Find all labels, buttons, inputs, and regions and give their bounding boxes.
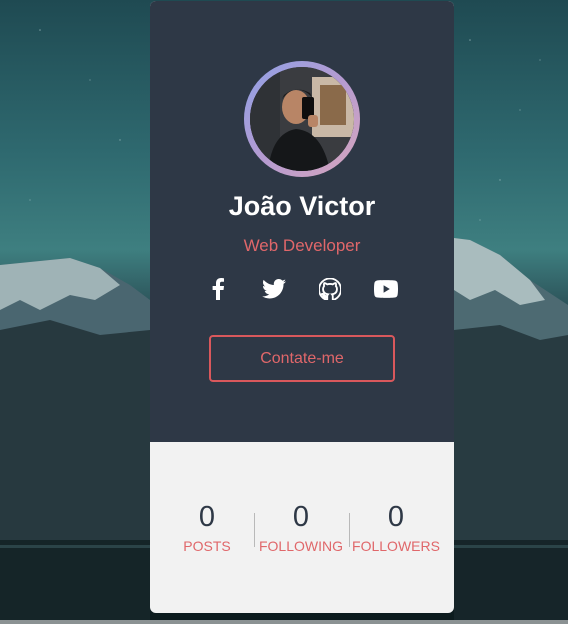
- contact-button[interactable]: Contate-me: [209, 335, 395, 382]
- avatar: [250, 67, 354, 171]
- stat-followers: 0 FOLLOWERS: [348, 500, 444, 554]
- profile-card: João Victor Web Developer Contate-me 0 P…: [150, 1, 454, 613]
- profile-header: João Victor Web Developer Contate-me: [150, 1, 454, 442]
- twitter-icon: [262, 279, 286, 299]
- github-link[interactable]: [315, 274, 345, 304]
- stat-following: 0 FOLLOWING: [253, 500, 349, 554]
- stat-value: 0: [198, 501, 216, 533]
- stat-label: POSTS: [183, 538, 231, 554]
- github-icon: [319, 278, 341, 300]
- stat-value: 0: [292, 501, 310, 533]
- avatar-ring: [244, 61, 360, 177]
- stats-section: 0 POSTS 0 FOLLOWING 0 FOLLOWERS: [150, 442, 454, 613]
- stat-posts: 0 POSTS: [159, 500, 255, 554]
- profile-role: Web Developer: [243, 236, 361, 255]
- social-links: [150, 274, 454, 304]
- stat-value: 0: [387, 501, 405, 533]
- twitter-link[interactable]: [259, 274, 289, 304]
- profile-name: João Victor: [228, 191, 376, 221]
- stat-label: FOLLOWERS: [352, 538, 440, 554]
- facebook-icon: [212, 278, 224, 300]
- facebook-link[interactable]: [203, 274, 233, 304]
- youtube-icon: [374, 280, 398, 298]
- youtube-link[interactable]: [371, 274, 401, 304]
- stat-label: FOLLOWING: [258, 538, 343, 554]
